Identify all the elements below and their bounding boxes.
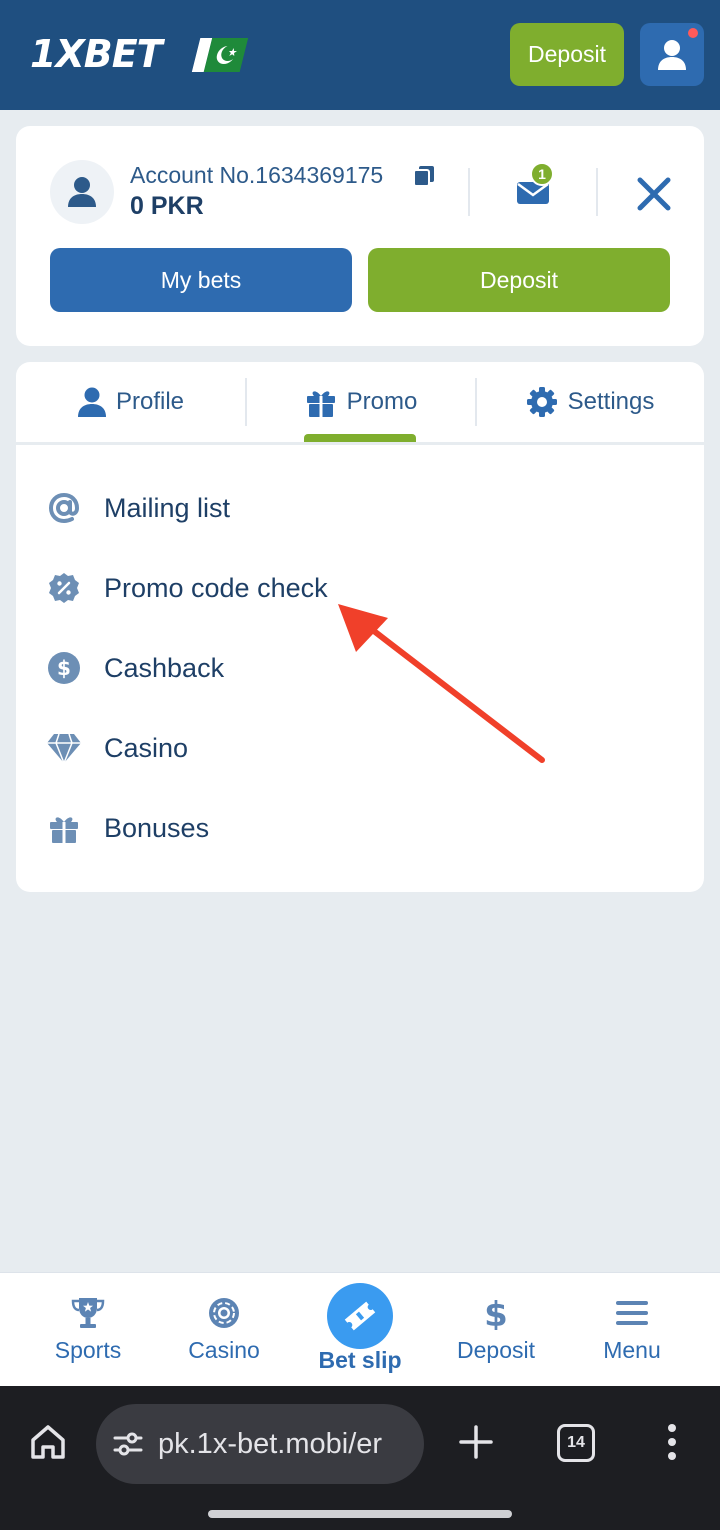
- nav-casino[interactable]: Casino: [156, 1273, 292, 1387]
- tab-switcher-button[interactable]: 14: [557, 1424, 595, 1462]
- nav-label: Bet slip: [318, 1347, 402, 1373]
- user-icon: [68, 177, 96, 207]
- nav-sports[interactable]: Sports: [20, 1273, 156, 1387]
- tab-settings[interactable]: Settings: [476, 362, 704, 442]
- person-icon: [77, 387, 106, 417]
- diamond-icon: [46, 730, 82, 766]
- account-tabs: Profile Promo Settings: [16, 362, 704, 442]
- nav-menu[interactable]: Menu: [564, 1273, 700, 1387]
- account-balance: 0 PKR: [130, 192, 204, 220]
- casino-chip-icon: [206, 1295, 242, 1331]
- nav-bet-slip[interactable]: [327, 1283, 393, 1349]
- deposit-button[interactable]: Deposit: [368, 248, 670, 312]
- pakistan-flag-icon: [191, 38, 249, 72]
- copy-icon[interactable]: [412, 164, 436, 188]
- more-vertical-icon[interactable]: [660, 1422, 684, 1462]
- promo-item-bonuses[interactable]: Bonuses: [46, 798, 666, 858]
- gear-icon: [526, 387, 557, 417]
- tab-profile[interactable]: Profile: [16, 362, 246, 442]
- svg-text:$: $: [57, 656, 71, 680]
- promo-item-label: Bonuses: [104, 812, 210, 843]
- tab-label: Settings: [567, 388, 655, 415]
- home-icon[interactable]: [28, 1422, 68, 1462]
- svg-text:$: $: [484, 1296, 508, 1330]
- nav-label: Sports: [54, 1337, 122, 1363]
- logo-text: 1XBET: [30, 32, 163, 76]
- brand-logo[interactable]: 1XBET: [30, 32, 163, 76]
- dollar-icon: $: [478, 1295, 514, 1331]
- divider: [596, 168, 598, 216]
- avatar: [50, 160, 114, 224]
- gift-icon: [46, 810, 82, 846]
- promo-item-label: Mailing list: [104, 492, 231, 523]
- promo-item-mailing-list[interactable]: Mailing list: [46, 478, 666, 538]
- tab-promo[interactable]: Promo: [246, 362, 476, 442]
- tab-label: Promo: [346, 388, 418, 415]
- top-header: 1XBET Deposit: [0, 0, 720, 110]
- notification-dot: [688, 28, 698, 38]
- site-settings-icon[interactable]: [112, 1428, 144, 1460]
- divider: [468, 168, 470, 216]
- gift-icon: [306, 391, 335, 417]
- tab-label: Profile: [115, 388, 185, 415]
- plus-icon[interactable]: [456, 1422, 496, 1462]
- account-card: Account No.1634369175 0 PKR 1 My bets De…: [16, 126, 704, 346]
- nav-label: Casino: [188, 1337, 260, 1363]
- trophy-icon: [70, 1295, 106, 1331]
- account-number: Account No.1634369175: [130, 162, 384, 188]
- header-user-button[interactable]: [640, 23, 704, 86]
- nav-label: Deposit: [457, 1337, 535, 1363]
- url-text: pk.1x-bet.mobi/er: [158, 1427, 383, 1460]
- close-icon[interactable]: [634, 174, 674, 214]
- red-arrow-annotation: [338, 604, 545, 763]
- gesture-handle: [208, 1510, 512, 1518]
- active-tab-indicator: [304, 434, 416, 442]
- dollar-coin-icon: $: [46, 650, 82, 686]
- unread-badge: 1: [530, 162, 554, 186]
- bottom-navigation: Sports Casino Bet slip $ Deposit Menu: [0, 1272, 720, 1386]
- browser-toolbar: pk.1x-bet.mobi/er 14: [0, 1386, 720, 1530]
- at-sign-icon: [46, 490, 82, 526]
- promo-item-label: Promo code check: [104, 572, 328, 603]
- user-icon: [658, 39, 686, 70]
- promo-item-label: Cashback: [104, 652, 225, 683]
- header-deposit-button[interactable]: Deposit: [510, 23, 624, 86]
- percent-badge-icon: [46, 570, 82, 606]
- address-bar[interactable]: pk.1x-bet.mobi/er: [96, 1404, 424, 1484]
- nav-label: Menu: [603, 1337, 661, 1363]
- promo-item-label: Casino: [104, 732, 189, 763]
- ticket-icon: [344, 1301, 376, 1331]
- my-bets-button[interactable]: My bets: [50, 248, 352, 312]
- nav-deposit[interactable]: $ Deposit: [428, 1273, 564, 1387]
- hamburger-icon: [614, 1295, 650, 1331]
